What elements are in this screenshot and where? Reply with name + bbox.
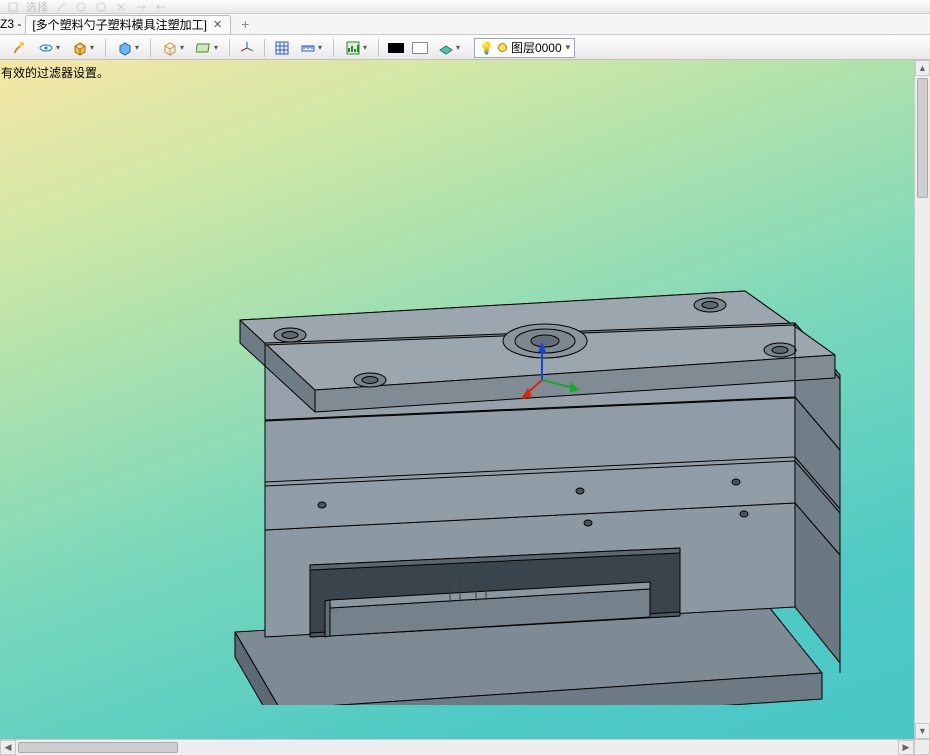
- qa-btn-1[interactable]: [6, 0, 20, 14]
- layer-color-swatch: [498, 43, 507, 52]
- layer-combo[interactable]: 💡 图层0000 ▾: [474, 38, 575, 58]
- quick-access-toolbar: 选择: [0, 0, 930, 14]
- filter-status-text: 有效的过滤器设置。: [1, 64, 109, 81]
- ruler-icon[interactable]: [296, 38, 326, 58]
- chart-icon[interactable]: [341, 38, 371, 58]
- wireframe-icon[interactable]: [158, 38, 188, 58]
- layer-combo-label: 图层0000: [511, 39, 562, 56]
- document-tab-label: [多个塑料勺子塑料模具注塑加工]: [32, 16, 207, 33]
- toolbar-separator: [264, 39, 265, 57]
- plane-icon[interactable]: [192, 38, 222, 58]
- scroll-left-button[interactable]: ◀: [0, 740, 16, 755]
- qa-btn-4[interactable]: [94, 0, 108, 14]
- horizontal-scroll-thumb[interactable]: [18, 742, 178, 753]
- scroll-down-button[interactable]: ▼: [915, 723, 930, 739]
- document-tab[interactable]: [多个塑料勺子塑料模具注塑加工] ✕: [25, 15, 231, 34]
- eye-icon[interactable]: [34, 38, 64, 58]
- brush-icon[interactable]: [10, 38, 30, 58]
- toolbar-separator: [229, 39, 230, 57]
- chevron-down-icon: ▾: [566, 42, 571, 53]
- scroll-right-button[interactable]: ▶: [898, 740, 914, 755]
- add-tab-button[interactable]: +: [235, 16, 255, 32]
- qa-btn-6[interactable]: [134, 0, 148, 14]
- scrollbar-corner: [914, 739, 930, 755]
- vertical-scroll-thumb[interactable]: [917, 78, 928, 198]
- box2-icon[interactable]: [113, 38, 143, 58]
- qa-btn-2[interactable]: [54, 0, 68, 14]
- qa-btn-7[interactable]: [154, 0, 168, 14]
- scroll-up-button[interactable]: ▲: [915, 60, 930, 76]
- vertical-scrollbar[interactable]: ▲ ▼: [914, 60, 930, 739]
- qa-select-label[interactable]: 选择: [26, 0, 48, 14]
- axis-icon[interactable]: [237, 38, 257, 58]
- window-title-prefix: Z3 -: [0, 17, 21, 31]
- main-toolbar: 💡 图层0000 ▾: [0, 35, 930, 60]
- qa-btn-3[interactable]: [74, 0, 88, 14]
- layer-visibility-icon[interactable]: [434, 38, 464, 58]
- lightbulb-icon: 💡: [479, 41, 494, 55]
- close-icon[interactable]: ✕: [213, 18, 222, 31]
- document-tabbar: Z3 - [多个塑料勺子塑料模具注塑加工] ✕ +: [0, 14, 930, 35]
- toolbar-separator: [333, 39, 334, 57]
- box-icon[interactable]: [68, 38, 98, 58]
- toolbar-separator: [378, 39, 379, 57]
- grid-icon[interactable]: [272, 38, 292, 58]
- black-swatch-icon[interactable]: [386, 38, 406, 58]
- horizontal-scrollbar[interactable]: ◀ ▶: [0, 739, 914, 755]
- toolbar-separator: [105, 39, 106, 57]
- mold-3d-model[interactable]: [180, 185, 880, 705]
- 3d-viewport[interactable]: 有效的过滤器设置。: [0, 60, 930, 755]
- toolbar-separator: [150, 39, 151, 57]
- qa-btn-5[interactable]: [114, 0, 128, 14]
- white-swatch-icon[interactable]: [410, 38, 430, 58]
